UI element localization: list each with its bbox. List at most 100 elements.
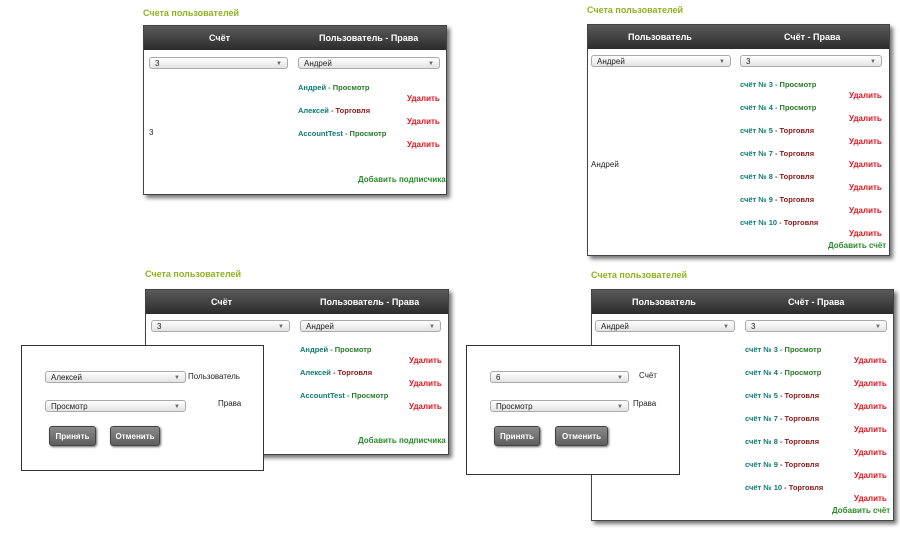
account-row: счёт № 3 - Просмотр: [745, 345, 821, 354]
delete-link[interactable]: Удалить: [849, 229, 882, 238]
add-subscriber-link[interactable]: Добавить подписчика: [358, 436, 446, 445]
entry-right: Просмотр: [779, 80, 817, 89]
column-header-account-rights: Счёт - Права: [784, 32, 841, 42]
dialog-user-select-value: Алексей: [51, 373, 82, 382]
delete-link[interactable]: Удалить: [409, 379, 442, 388]
delete-link[interactable]: Удалить: [854, 425, 887, 434]
permission-row: Алексей - Торговля: [300, 368, 372, 377]
entry-separator: -: [772, 172, 780, 181]
delete-link[interactable]: Удалить: [409, 356, 442, 365]
table-header: Счёт Пользователь - Права: [146, 290, 448, 314]
column-header-user: Пользователь: [628, 32, 692, 42]
entry-separator: -: [777, 437, 785, 446]
entry-separator: -: [777, 460, 785, 469]
entry-name: счёт № 4: [745, 368, 778, 377]
delete-link[interactable]: Удалить: [854, 494, 887, 503]
entry-name: счёт № 9: [745, 460, 778, 469]
delete-link[interactable]: Удалить: [409, 402, 442, 411]
delete-link[interactable]: Удалить: [849, 206, 882, 215]
entry-right: Просмотр: [784, 345, 822, 354]
entry-name: счёт № 3: [745, 345, 778, 354]
dialog-rights-select[interactable]: Просмотр ▼: [490, 400, 629, 412]
add-subscriber-dialog: Алексей ▼ Пользователь Просмотр ▼ Права Пр…: [21, 345, 264, 471]
entry-separator: -: [777, 345, 785, 354]
entry-separator: -: [330, 368, 338, 377]
dialog-user-select[interactable]: Алексей ▼: [45, 371, 186, 383]
table-header: Пользователь Счёт - Права: [592, 290, 893, 314]
entry-right: Просмотр: [349, 129, 387, 138]
add-account-dialog: 6 ▼ Счёт Просмотр ▼ Права Принять Отменить: [466, 345, 680, 475]
account-permissions-panel: Счёт Пользователь - Права 3 ▼ Андрей ▼ 3 А…: [143, 25, 447, 195]
add-account-link[interactable]: Добавить счёт: [828, 241, 886, 250]
entry-name: Алексей: [298, 106, 329, 115]
entry-right: Торговля: [784, 414, 820, 423]
permission-row: Алексей - Торговля: [298, 106, 370, 115]
delete-link[interactable]: Удалить: [854, 379, 887, 388]
cancel-button[interactable]: Отменить: [555, 426, 608, 446]
table-header: Счёт Пользователь - Права: [144, 26, 446, 50]
account-select[interactable]: 3 ▼: [149, 57, 288, 69]
entry-separator: -: [772, 149, 780, 158]
delete-link[interactable]: Удалить: [849, 160, 882, 169]
entry-right: Торговля: [783, 218, 819, 227]
account-row: счёт № 4 - Просмотр: [745, 368, 821, 377]
account-row: счёт № 7 - Торговля: [745, 414, 819, 423]
dialog-user-label: Пользователь: [188, 372, 240, 381]
chevron-down-icon: ▼: [723, 324, 729, 330]
delete-link[interactable]: Удалить: [407, 117, 440, 126]
column-header-user-rights: Пользователь - Права: [320, 297, 420, 307]
accept-button[interactable]: Принять: [49, 426, 96, 446]
entry-separator: -: [777, 391, 785, 400]
table-header: Пользователь Счёт - Права: [588, 25, 889, 49]
row-account-cell: 3: [149, 128, 154, 137]
accept-button[interactable]: Принять: [494, 426, 540, 446]
dialog-account-select[interactable]: 6 ▼: [490, 371, 629, 383]
entry-right: Торговля: [779, 195, 815, 204]
delete-link[interactable]: Удалить: [849, 137, 882, 146]
delete-link[interactable]: Удалить: [849, 183, 882, 192]
column-header-account: Счёт: [209, 33, 231, 43]
account-select[interactable]: 3 ▼: [151, 320, 290, 332]
delete-link[interactable]: Удалить: [407, 94, 440, 103]
delete-link[interactable]: Удалить: [854, 471, 887, 480]
user-select[interactable]: Андрей ▼: [300, 320, 441, 332]
delete-link[interactable]: Удалить: [407, 140, 440, 149]
account-select[interactable]: 3 ▼: [740, 55, 882, 67]
entry-right: Просмотр: [334, 345, 372, 354]
dialog-rights-select[interactable]: Просмотр ▼: [45, 400, 186, 412]
entry-name: счёт № 3: [740, 80, 773, 89]
user-select[interactable]: Андрей ▼: [591, 55, 731, 67]
chevron-down-icon: ▼: [428, 61, 434, 67]
add-subscriber-link[interactable]: Добавить подписчика: [358, 175, 446, 184]
chevron-down-icon: ▼: [875, 324, 881, 330]
entry-name: счёт № 8: [745, 437, 778, 446]
entry-name: счёт № 9: [740, 195, 773, 204]
chevron-down-icon: ▼: [174, 375, 180, 381]
chevron-down-icon: ▼: [429, 324, 435, 330]
entry-name: счёт № 7: [745, 414, 778, 423]
entry-name: AccountTest: [300, 391, 345, 400]
user-select[interactable]: Андрей ▼: [298, 57, 440, 69]
delete-link[interactable]: Удалить: [854, 356, 887, 365]
account-row: счёт № 9 - Торговля: [745, 460, 819, 469]
account-row: счёт № 10 - Торговля: [745, 483, 823, 492]
entry-separator: -: [342, 129, 350, 138]
delete-link[interactable]: Удалить: [849, 114, 882, 123]
column-header-user: Пользователь: [632, 297, 696, 307]
entry-right: Торговля: [779, 149, 815, 158]
delete-link[interactable]: Удалить: [849, 91, 882, 100]
delete-link[interactable]: Удалить: [854, 402, 887, 411]
account-select-value: 3: [751, 322, 756, 331]
user-select[interactable]: Андрей ▼: [595, 320, 735, 332]
delete-link[interactable]: Удалить: [854, 448, 887, 457]
add-account-link[interactable]: Добавить счёт: [832, 506, 890, 515]
cancel-button[interactable]: Отменить: [110, 426, 160, 446]
account-select[interactable]: 3 ▼: [745, 320, 887, 332]
account-row: счёт № 9 - Торговля: [740, 195, 814, 204]
chevron-down-icon: ▼: [870, 59, 876, 65]
entry-separator: -: [772, 80, 780, 89]
entry-right: Торговля: [779, 126, 815, 135]
dialog-rights-label: Права: [633, 399, 657, 408]
entry-separator: -: [777, 218, 784, 227]
entry-right: Торговля: [784, 437, 820, 446]
